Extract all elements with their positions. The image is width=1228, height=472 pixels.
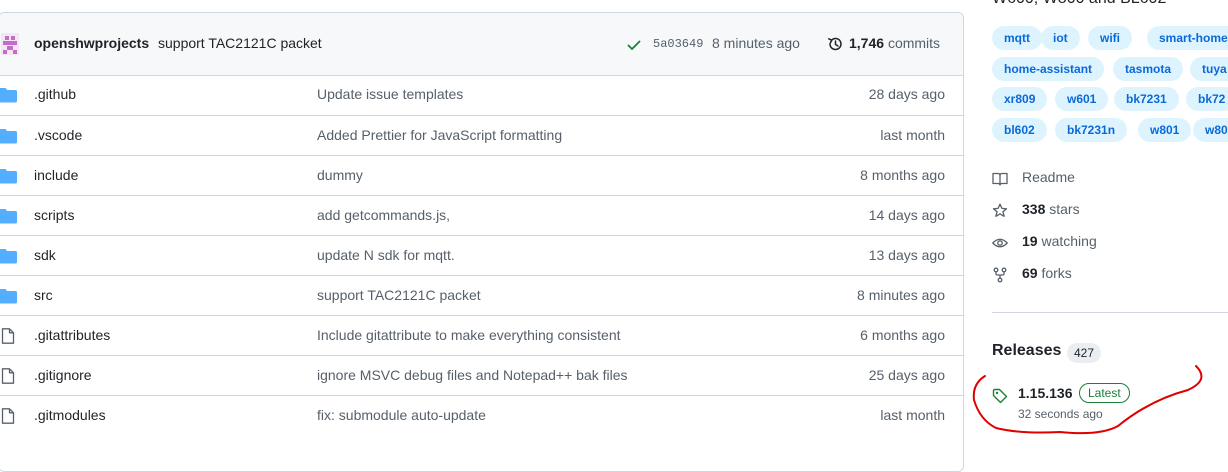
file-date: 8 months ago [860, 167, 945, 183]
file-date: 14 days ago [868, 207, 945, 223]
topic-tag[interactable]: tuya [1190, 57, 1228, 81]
stars-label: stars [1049, 201, 1080, 217]
topic-tag[interactable]: bk7231n [1055, 118, 1128, 142]
repo-sidebar: W600, W800 and BL602 mqtt iot wifi smart… [978, 0, 1228, 450]
folder-icon [0, 88, 17, 103]
file-commit-link[interactable]: update N sdk for mqtt. [317, 247, 455, 263]
topic-tag[interactable]: iot [1041, 26, 1080, 50]
topic-tag[interactable]: home-assistant [992, 57, 1105, 81]
file-row: .gitmodules fix: submodule auto-update l… [0, 395, 963, 435]
release-time: 32 seconds ago [1018, 407, 1103, 421]
file-name-link[interactable]: .github [34, 86, 76, 102]
fork-icon [993, 267, 1007, 283]
watching-count: 19 [1022, 233, 1038, 249]
file-name-link[interactable]: .gitattributes [34, 327, 110, 343]
file-date: 8 minutes ago [857, 287, 945, 303]
commit-message-link[interactable]: support TAC2121C packet [158, 35, 322, 51]
file-date: last month [880, 407, 945, 423]
topic-tag[interactable]: bk7231 [1114, 87, 1179, 111]
history-icon[interactable] [827, 36, 843, 52]
forks-label: forks [1041, 265, 1072, 281]
file-commit-link[interactable]: Update issue templates [317, 86, 463, 102]
eye-icon [992, 238, 1008, 248]
folder-icon [0, 169, 17, 184]
topic-tag[interactable]: bk72 [1186, 87, 1228, 111]
file-row: include dummy 8 months ago [0, 155, 963, 195]
topic-tag[interactable]: mqtt [992, 26, 1042, 50]
file-icon [1, 328, 15, 344]
watching-label: watching [1041, 233, 1097, 249]
folder-icon [0, 249, 17, 264]
avatar[interactable] [1, 33, 19, 55]
file-name-link[interactable]: src [34, 287, 53, 303]
topic-tag[interactable]: w80 [1193, 118, 1228, 142]
commit-author-link[interactable]: openshwprojects [34, 35, 149, 51]
topic-tag[interactable]: wifi [1088, 26, 1132, 50]
folder-icon [0, 289, 17, 304]
topic-tag[interactable]: xr809 [992, 87, 1048, 111]
file-date: last month [880, 127, 945, 143]
releases-count-badge: 427 [1067, 343, 1102, 363]
file-browser: openshwprojects support TAC2121C packet … [0, 12, 964, 472]
file-commit-link[interactable]: fix: submodule auto-update [317, 407, 486, 423]
latest-release-link[interactable]: 1.15.136 [1018, 385, 1073, 401]
about-description: W600, W800 and BL602 [992, 0, 1166, 8]
file-name-link[interactable]: .gitignore [34, 367, 92, 383]
releases-heading-link[interactable]: Releases [992, 342, 1061, 360]
file-date: 6 months ago [860, 327, 945, 343]
book-icon [992, 172, 1008, 186]
latest-commit-bar: openshwprojects support TAC2121C packet … [0, 13, 963, 76]
readme-label: Readme [1022, 169, 1075, 185]
file-commit-link[interactable]: support TAC2121C packet [317, 287, 481, 303]
file-commit-link[interactable]: ignore MSVC debug files and Notepad++ ba… [317, 367, 628, 383]
file-row: sdk update N sdk for mqtt. 13 days ago [0, 235, 963, 275]
file-date: 13 days ago [868, 247, 945, 263]
file-commit-link[interactable]: dummy [317, 167, 363, 183]
file-row: src support TAC2121C packet 8 minutes ag… [0, 275, 963, 315]
file-row: .vscode Added Prettier for JavaScript fo… [0, 115, 963, 155]
file-date: 25 days ago [868, 367, 945, 383]
file-name-link[interactable]: .gitmodules [34, 407, 106, 423]
commit-count: 1,746 [849, 35, 885, 51]
file-name-link[interactable]: scripts [34, 207, 74, 223]
latest-badge: Latest [1079, 383, 1130, 403]
sidebar-divider [992, 312, 1228, 313]
topic-tag[interactable]: w801 [1138, 118, 1192, 142]
file-name-link[interactable]: sdk [34, 247, 56, 263]
commit-time: 8 minutes ago [712, 35, 800, 51]
file-row: scripts add getcommands.js, 14 days ago [0, 195, 963, 235]
tag-icon [992, 388, 1008, 404]
stars-count: 338 [1022, 201, 1046, 217]
file-name-link[interactable]: include [34, 167, 78, 183]
file-name-link[interactable]: .vscode [34, 127, 82, 143]
topic-tag[interactable]: w601 [1055, 87, 1109, 111]
check-icon[interactable] [626, 37, 642, 53]
file-row: .gitattributes Include gitattribute to m… [0, 315, 963, 355]
folder-icon [0, 129, 17, 144]
commit-count-label: commits [887, 35, 941, 51]
star-icon [992, 203, 1008, 217]
forks-count: 69 [1022, 265, 1038, 281]
topic-tag[interactable]: smart-home [1147, 26, 1228, 50]
file-commit-link[interactable]: Added Prettier for JavaScript formatting [317, 127, 562, 143]
file-list: .github Update issue templates 28 days a… [0, 75, 963, 435]
topic-tag[interactable]: bl602 [992, 118, 1047, 142]
readme-link[interactable]: Readme [992, 168, 1212, 190]
folder-icon [0, 209, 17, 224]
stars-link[interactable]: 338 stars [992, 200, 1212, 222]
file-icon [1, 408, 15, 424]
commit-sha-link[interactable]: 5a03649 [653, 37, 703, 51]
watching-link[interactable]: 19 watching [992, 232, 1212, 254]
file-row: .github Update issue templates 28 days a… [0, 75, 963, 115]
file-icon [1, 368, 15, 384]
commits-link[interactable]: 1,746 commits [849, 35, 940, 51]
file-commit-link[interactable]: Include gitattribute to make everything … [317, 327, 621, 343]
topic-tag[interactable]: tasmota [1113, 57, 1184, 81]
forks-link[interactable]: 69 forks [992, 264, 1212, 286]
file-commit-link[interactable]: add getcommands.js, [317, 207, 450, 223]
file-row: .gitignore ignore MSVC debug files and N… [0, 355, 963, 395]
file-date: 28 days ago [868, 86, 945, 102]
